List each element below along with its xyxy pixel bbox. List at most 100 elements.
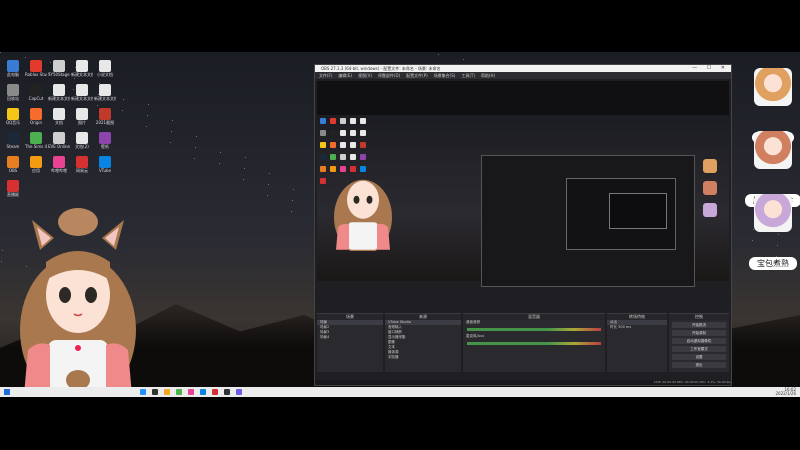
desktop-icon[interactable]: 网易云 <box>71 156 93 173</box>
menu-item[interactable]: 帮助(H) <box>481 73 495 78</box>
preview-icon <box>350 130 356 136</box>
menu-item[interactable]: 配置文件(P) <box>406 73 428 78</box>
desktop-icon[interactable]: 新建文本文档(4) <box>94 84 116 101</box>
desktop-icon[interactable]: 壁纸 <box>94 132 116 149</box>
star <box>267 195 268 196</box>
obs-titlebar[interactable]: OBS 27.1.3 (64-bit, windows) - 配置文件: 未命名… <box>315 65 731 72</box>
star <box>463 59 464 60</box>
star <box>0 52 1 53</box>
control-button[interactable]: 开始推流 <box>672 322 726 328</box>
taskbar[interactable]: 16:02 2022/1/26 <box>0 387 800 397</box>
desktop-icon[interactable]: VTube <box>94 156 116 173</box>
obs-preview-canvas[interactable] <box>317 81 729 287</box>
desktop-icon-label: SY50Stage 中文 <box>48 72 70 77</box>
menu-item[interactable]: 工具(T) <box>461 73 475 78</box>
start-button[interactable] <box>4 389 10 395</box>
desktop-icon[interactable]: Steam <box>2 132 24 149</box>
desktop-icon[interactable]: 哔哩哔哩 <box>48 156 70 173</box>
menu-item[interactable]: 场景集合(S) <box>434 73 456 78</box>
desktop-icon[interactable]: 回收站 <box>2 84 24 101</box>
volume-meter[interactable] <box>467 328 601 331</box>
desktop-icon-label: 新建文本文档(4) <box>94 96 116 101</box>
desktop-icon[interactable]: 小说文档 <box>94 60 116 77</box>
desktop-icon-label: 此电脑 <box>7 72 19 77</box>
desktop-icon[interactable]: SY50Stage 中文 <box>48 60 70 77</box>
star <box>219 163 220 164</box>
taskbar-app-icon[interactable] <box>224 389 230 395</box>
preview-icon <box>360 130 366 136</box>
preview-icon <box>340 130 346 136</box>
menu-item[interactable]: 编辑(E) <box>338 73 352 78</box>
star <box>292 200 293 201</box>
app-icon <box>76 156 88 168</box>
taskbar-app-icon[interactable] <box>212 389 218 395</box>
desktop-icon[interactable]: QQ音乐 <box>2 108 24 125</box>
desktop-icon-label: Roblox Studio <box>25 72 47 77</box>
nested-obs-capture <box>481 155 695 287</box>
desktop-icon[interactable]: 应用 <box>25 156 47 173</box>
list-item[interactable]: 场景4 <box>317 335 383 340</box>
list-item[interactable]: 时长 300 ms <box>607 325 667 330</box>
desktop-icon-label: 应用 <box>32 168 40 173</box>
taskbar-app-icon[interactable] <box>164 389 170 395</box>
desktop-icon[interactable]: 新建文本文档(3) <box>71 84 93 101</box>
menu-item[interactable]: 文件(F) <box>319 73 332 78</box>
app-icon <box>30 108 42 120</box>
taskbar-app-icon[interactable] <box>176 389 182 395</box>
desktop-icon-label: Steam <box>6 144 20 149</box>
control-button[interactable]: 设置 <box>672 354 726 360</box>
desktop-icon-label: CapCut <box>28 96 44 101</box>
app-icon <box>99 60 111 72</box>
star <box>268 184 269 185</box>
taskbar-app-icon[interactable] <box>200 389 206 395</box>
desktop-icon[interactable]: Roblox Studio <box>25 60 47 77</box>
desktop-icon[interactable]: 此电脑 <box>2 60 24 77</box>
desktop-icon[interactable]: EVE Online <box>48 132 70 149</box>
obs-window[interactable]: OBS 27.1.3 (64-bit, windows) - 配置文件: 未命名… <box>314 64 732 386</box>
menu-item[interactable]: 停靠部件(D) <box>378 73 400 78</box>
app-icon <box>99 84 111 96</box>
menu-item[interactable]: 视图(V) <box>358 73 372 78</box>
desktop-icon[interactable]: The Sims 4 <box>25 132 47 149</box>
controls-title: 控制 <box>669 314 729 320</box>
nested-obs-capture-3 <box>609 193 667 229</box>
star <box>194 158 195 159</box>
preview-icon <box>320 166 326 172</box>
control-button[interactable]: 启动虚拟摄像机 <box>672 338 726 344</box>
star <box>123 99 124 100</box>
desktop-icon-label: 壁纸 <box>101 144 109 149</box>
desktop-icon-label: 网易云 <box>76 168 88 173</box>
desktop-icon-label: 新建文本文档 <box>71 72 93 77</box>
desktop-icon[interactable]: OBS <box>2 156 24 173</box>
volume-meter[interactable] <box>467 342 601 345</box>
mixer-list: 桌面音频 麦克风/Aux <box>463 320 605 345</box>
desktop-icon[interactable]: 2021截图 <box>94 108 116 125</box>
preview-icon <box>360 118 366 124</box>
system-tray[interactable]: 16:02 2022/1/26 <box>775 388 796 396</box>
desktop-icon[interactable]: Origin <box>25 108 47 125</box>
desktop-icon[interactable]: 新建文本文档(2) <box>48 84 70 101</box>
taskbar-app-icon[interactable] <box>236 389 242 395</box>
window-controls[interactable]: — ☐ ✕ <box>692 65 729 72</box>
mixer-channel-label: 桌面音频 <box>466 320 480 324</box>
list-item[interactable]: 浏览器 <box>385 355 461 360</box>
preview-icon <box>350 118 356 124</box>
desktop-icon[interactable]: 文档 <box>48 108 70 125</box>
desktop-icon[interactable]: 文档(2) <box>71 132 93 149</box>
desktop-icon-label: 哔哩哔哩 <box>51 168 67 173</box>
desktop-icon[interactable]: CapCut <box>25 84 47 101</box>
star <box>25 57 26 58</box>
control-button[interactable]: 退出 <box>672 362 726 368</box>
taskbar-app-icon[interactable] <box>140 389 146 395</box>
control-button[interactable]: 开始录制 <box>672 330 726 336</box>
scenes-dock: 场景 场景 场景2 场景3 场景4 <box>317 313 383 372</box>
app-icon <box>30 156 42 168</box>
taskbar-app-icon[interactable] <box>188 389 194 395</box>
app-icon <box>30 60 42 72</box>
desktop-icon[interactable]: 新建文本文档 <box>71 60 93 77</box>
obs-title: OBS 27.1.3 (64-bit, windows) - 配置文件: 未命名… <box>321 66 441 71</box>
app-icon <box>99 108 111 120</box>
taskbar-app-icon[interactable] <box>152 389 158 395</box>
desktop-icon[interactable]: 图片 <box>71 108 93 125</box>
control-button[interactable]: 工作室模式 <box>672 346 726 352</box>
